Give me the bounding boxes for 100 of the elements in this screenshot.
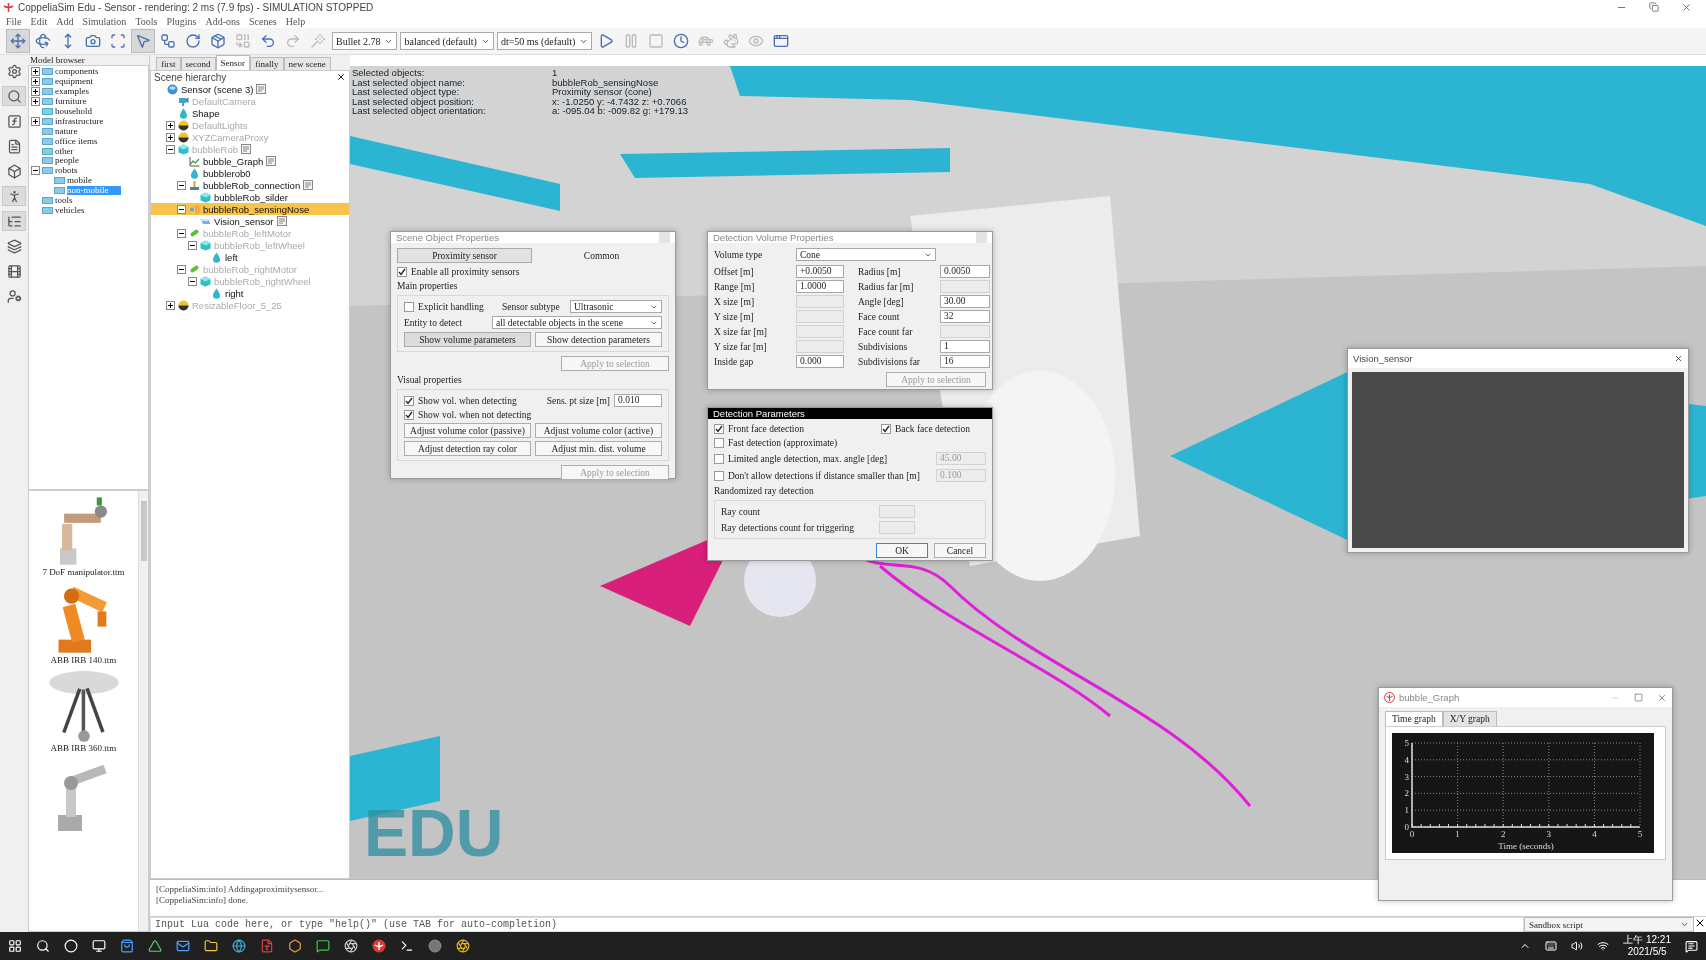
tree-row[interactable]: bubblerob0 — [151, 167, 349, 179]
menu-item[interactable]: Simulation — [82, 15, 127, 27]
text-field[interactable]: 30.00 — [940, 295, 990, 308]
start-icon[interactable] — [8, 939, 22, 953]
tree-row[interactable]: bubble_Graph — [151, 155, 349, 167]
toolbar-button[interactable] — [6, 29, 30, 53]
volume-icon[interactable] — [1571, 940, 1584, 952]
expand-toggle-icon[interactable] — [188, 276, 197, 286]
app-logo-icon[interactable] — [372, 939, 386, 953]
text-field[interactable]: 0.000 — [796, 355, 844, 368]
menu-item[interactable]: Help — [285, 15, 306, 27]
script-dropdown[interactable]: Sandbox script — [1524, 917, 1694, 932]
dropdown[interactable]: all detectable objects in the scene — [492, 316, 662, 329]
checkbox[interactable] — [404, 301, 414, 312]
checkbox[interactable] — [714, 424, 724, 434]
restore-icon[interactable] — [1649, 1, 1659, 12]
tab[interactable]: Proximity sensor — [397, 248, 532, 263]
dropdown[interactable]: Bullet 2.78 — [332, 32, 398, 50]
checkbox[interactable] — [881, 424, 891, 434]
expand-toggle-icon[interactable] — [166, 300, 175, 310]
tree-item[interactable]: tools — [55, 196, 73, 205]
expand-toggle-icon[interactable] — [31, 116, 40, 126]
tab[interactable]: Common — [534, 248, 669, 263]
menu-item[interactable]: Scenes — [248, 15, 277, 27]
toolbar-button[interactable] — [131, 29, 155, 53]
expand-toggle-icon[interactable] — [177, 264, 186, 274]
disc-icon[interactable] — [428, 939, 442, 953]
tree-item[interactable]: examples — [55, 87, 89, 97]
tree-item[interactable]: components — [55, 67, 99, 77]
expand-toggle-icon[interactable] — [31, 77, 40, 87]
script-icon[interactable] — [303, 180, 314, 190]
text-field[interactable]: 0.0050 — [940, 265, 990, 278]
text-field[interactable]: +0.0050 — [796, 265, 844, 278]
model-name[interactable]: ABB IRB 360.ttm — [50, 743, 117, 753]
tab[interactable]: X/Y graph — [1442, 711, 1497, 726]
button[interactable]: Adjust detection ray color — [404, 441, 531, 456]
folder-icon[interactable] — [204, 939, 218, 953]
tree-row[interactable]: bubbleRob_connection — [151, 179, 349, 191]
side-toolbar-button[interactable] — [2, 211, 26, 231]
expand-toggle-icon[interactable] — [166, 132, 175, 142]
terminal-icon[interactable] — [400, 939, 414, 953]
tree-item[interactable]: nature — [55, 126, 78, 136]
menu-item[interactable]: Edit — [30, 15, 48, 27]
checkbox[interactable] — [714, 438, 724, 448]
scene-tab[interactable]: second — [180, 57, 216, 70]
checkbox[interactable] — [714, 470, 724, 481]
dropdown[interactable]: balanced (default) — [400, 32, 494, 50]
keyboard-icon[interactable] — [1545, 940, 1558, 952]
menu-item[interactable]: Add-ons — [205, 15, 240, 27]
search-icon[interactable] — [36, 939, 50, 953]
checkbox[interactable] — [397, 267, 407, 277]
dialog-button[interactable]: OK — [876, 543, 928, 558]
tree-item[interactable]: household — [55, 107, 92, 116]
tree-item[interactable]: furniture — [55, 97, 87, 107]
chat-icon[interactable] — [316, 939, 330, 953]
scene-tab[interactable]: Sensor — [215, 55, 250, 70]
expand-toggle-icon[interactable] — [177, 228, 186, 238]
script-icon[interactable] — [266, 156, 277, 166]
tree-row[interactable]: Shape — [151, 107, 349, 119]
close-icon[interactable] — [336, 72, 346, 82]
side-toolbar-button[interactable] — [2, 86, 26, 106]
globe-icon[interactable] — [232, 939, 246, 953]
expand-toggle-icon[interactable] — [166, 120, 175, 130]
tree-item[interactable]: mobile — [67, 176, 92, 186]
button[interactable]: Adjust volume color (passive) — [404, 423, 531, 438]
expand-toggle-icon[interactable] — [177, 204, 186, 214]
clock-time[interactable]: 上午 12:21 — [1623, 934, 1671, 946]
document-icon[interactable] — [260, 939, 274, 953]
tree-item[interactable]: people — [55, 156, 79, 166]
dropdown[interactable]: Ultrasonic — [570, 300, 662, 313]
clock-date[interactable]: 2021/5/5 — [1627, 946, 1667, 958]
scene-tab[interactable]: new scene — [283, 57, 331, 70]
dialog-button[interactable]: Cancel — [934, 543, 986, 558]
tab[interactable]: Time graph — [1385, 711, 1443, 726]
script-icon[interactable] — [256, 84, 267, 94]
network-icon[interactable] — [1597, 940, 1610, 952]
expand-toggle-icon[interactable] — [31, 97, 40, 107]
text-field[interactable]: 0.010 — [614, 394, 662, 407]
script-icon[interactable] — [276, 216, 287, 226]
tree-row[interactable]: bubbleRob_sensingNose — [151, 203, 349, 215]
menu-item[interactable]: File — [6, 15, 22, 27]
aperture-icon[interactable] — [344, 939, 358, 953]
text-field[interactable]: 32 — [940, 310, 990, 323]
checkbox[interactable] — [404, 395, 414, 406]
text-field[interactable]: 1.0000 — [796, 280, 844, 293]
circle-icon[interactable] — [64, 939, 78, 953]
model-name[interactable]: 7 DoF manipulator.ttm — [42, 567, 125, 577]
side-toolbar-button[interactable] — [2, 186, 26, 206]
expand-toggle-icon[interactable] — [166, 144, 175, 154]
mail-icon[interactable] — [176, 939, 190, 953]
scene-tab[interactable]: finally — [250, 57, 284, 70]
task-view-icon[interactable] — [92, 939, 106, 953]
text-field[interactable]: 16 — [940, 355, 990, 368]
menu-item[interactable]: Tools — [135, 15, 158, 27]
checkbox[interactable] — [714, 453, 724, 464]
tree-row[interactable]: Sensor (scene 3) — [151, 83, 349, 95]
tree-row[interactable]: Vision_sensor — [151, 215, 349, 227]
text-field[interactable]: 1 — [940, 340, 990, 353]
close-icon[interactable] — [1674, 354, 1683, 363]
expand-toggle-icon[interactable] — [177, 180, 186, 190]
